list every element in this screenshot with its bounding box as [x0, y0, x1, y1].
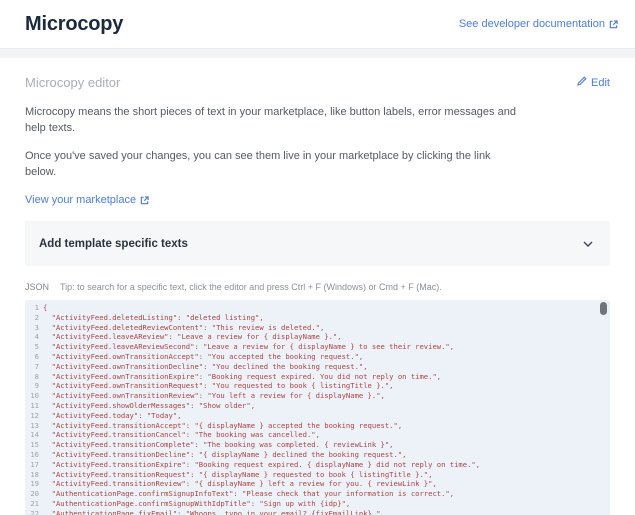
code-line: 10 "ActivityFeed.ownTransitionReview": "… [27, 391, 602, 401]
json-tip-row: JSON Tip: to search for a specific text,… [25, 282, 610, 292]
developer-documentation-link-label: See developer documentation [459, 18, 605, 30]
editor-panel-title: Microcopy editor [25, 75, 120, 90]
code-line: 19 "ActivityFeed.transitionReview": "{ d… [27, 479, 602, 489]
line-code: "ActivityFeed.leaveAReview": "Leave a re… [43, 332, 602, 342]
line-number: 20 [27, 489, 39, 499]
line-code: { [43, 303, 602, 313]
view-marketplace-link[interactable]: View your marketplace [25, 194, 149, 206]
code-line: 13 "ActivityFeed.transitionAccept": "{ d… [27, 421, 602, 431]
line-number: 5 [27, 342, 39, 352]
line-number: 3 [27, 323, 39, 333]
search-tip-text: Tip: to search for a specific text, clic… [60, 282, 442, 292]
header-divider [0, 48, 635, 58]
code-line: 8 "ActivityFeed.ownTransitionExpire": "B… [27, 372, 602, 382]
editor-scrollbar-thumb[interactable] [600, 302, 607, 315]
code-line: 21 "AuthenticationPage.confirmSignupWith… [27, 499, 602, 509]
line-number: 21 [27, 499, 39, 509]
code-line: 1 { [27, 303, 602, 313]
line-number: 6 [27, 352, 39, 362]
line-number: 1 [27, 303, 39, 313]
code-line: 14 "ActivityFeed.transitionCancel": "The… [27, 430, 602, 440]
line-number: 7 [27, 362, 39, 372]
external-link-icon [140, 196, 149, 205]
line-number: 8 [27, 372, 39, 382]
line-code: "AuthenticationPage.confirmSignupWithIdp… [43, 499, 602, 509]
description-paragraph-1: Microcopy means the short pieces of text… [25, 104, 517, 136]
line-number: 9 [27, 381, 39, 391]
line-code: "ActivityFeed.transitionComplete": "The … [43, 440, 602, 450]
line-number: 4 [27, 332, 39, 342]
chevron-down-icon [583, 241, 593, 247]
code-line: 18 "ActivityFeed.transitionRequest": "{ … [27, 470, 602, 480]
developer-documentation-link[interactable]: See developer documentation [459, 18, 618, 30]
code-line: 2 "ActivityFeed.deletedListing": "delete… [27, 313, 602, 323]
line-number: 14 [27, 430, 39, 440]
code-line: 22 "AuthenticationPage.fixEmail": "Whoop… [27, 509, 602, 515]
description-paragraph-2: Once you've saved your changes, you can … [25, 148, 517, 180]
line-number: 19 [27, 479, 39, 489]
edit-button[interactable]: Edit [577, 76, 610, 89]
add-template-texts-toggle[interactable]: Add template specific texts [25, 221, 610, 266]
line-code: "ActivityFeed.transitionRequest": "{ dis… [43, 470, 602, 480]
code-line: 16 "ActivityFeed.transitionDecline": "{ … [27, 450, 602, 460]
pencil-icon [577, 76, 587, 89]
code-line: 5 "ActivityFeed.leaveAReviewSecond": "Le… [27, 342, 602, 352]
line-number: 11 [27, 401, 39, 411]
line-code: "ActivityFeed.today": "Today", [43, 411, 602, 421]
line-code: "AuthenticationPage.fixEmail": "Whoops, … [43, 509, 602, 515]
code-line: 12 "ActivityFeed.today": "Today", [27, 411, 602, 421]
line-number: 15 [27, 440, 39, 450]
line-number: 13 [27, 421, 39, 431]
page-title: Microcopy [25, 13, 123, 36]
edit-button-label: Edit [591, 77, 610, 89]
line-number: 2 [27, 313, 39, 323]
line-code: "ActivityFeed.showOlderMessages": "Show … [43, 401, 602, 411]
line-code: "ActivityFeed.transitionCancel": "The bo… [43, 430, 602, 440]
line-code: "AuthenticationPage.confirmSignupInfoTex… [43, 489, 602, 499]
page-header: Microcopy See developer documentation [0, 0, 635, 48]
line-code: "ActivityFeed.deletedReviewContent": "Th… [43, 323, 602, 333]
json-editor-textarea[interactable]: 1 { 2 "ActivityFeed.deletedListing": "de… [25, 300, 610, 515]
code-line: 4 "ActivityFeed.leaveAReview": "Leave a … [27, 332, 602, 342]
line-number: 12 [27, 411, 39, 421]
line-code: "ActivityFeed.ownTransitionRequest": "Yo… [43, 381, 602, 391]
line-number: 22 [27, 509, 39, 515]
code-lines: 1 { 2 "ActivityFeed.deletedListing": "de… [27, 303, 602, 515]
view-marketplace-link-label: View your marketplace [25, 194, 136, 206]
line-code: "ActivityFeed.transitionAccept": "{ disp… [43, 421, 602, 431]
line-code: "ActivityFeed.transitionReview": "{ disp… [43, 479, 602, 489]
format-label: JSON [25, 282, 49, 292]
main-content: Microcopy editor Edit Microcopy means th… [0, 75, 635, 515]
code-line: 15 "ActivityFeed.transitionComplete": "T… [27, 440, 602, 450]
line-code: "ActivityFeed.ownTransitionDecline": "Yo… [43, 362, 602, 372]
code-line: 20 "AuthenticationPage.confirmSignupInfo… [27, 489, 602, 499]
code-line: 9 "ActivityFeed.ownTransitionRequest": "… [27, 381, 602, 391]
line-code: "ActivityFeed.deletedListing": "deleted … [43, 313, 602, 323]
code-line: 11 "ActivityFeed.showOlderMessages": "Sh… [27, 401, 602, 411]
line-number: 17 [27, 460, 39, 470]
add-template-texts-title: Add template specific texts [39, 238, 188, 250]
line-code: "ActivityFeed.ownTransitionAccept": "You… [43, 352, 602, 362]
line-code: "ActivityFeed.transitionDecline": "{ dis… [43, 450, 602, 460]
line-code: "ActivityFeed.ownTransitionExpire": "Boo… [43, 372, 602, 382]
line-number: 16 [27, 450, 39, 460]
line-code: "ActivityFeed.leaveAReviewSecond": "Leav… [43, 342, 602, 352]
code-line: 7 "ActivityFeed.ownTransitionDecline": "… [27, 362, 602, 372]
external-link-icon [609, 20, 618, 29]
line-code: "ActivityFeed.transitionExpire": "Bookin… [43, 460, 602, 470]
line-number: 10 [27, 391, 39, 401]
line-code: "ActivityFeed.ownTransitionReview": "You… [43, 391, 602, 401]
code-line: 6 "ActivityFeed.ownTransitionAccept": "Y… [27, 352, 602, 362]
code-line: 17 "ActivityFeed.transitionExpire": "Boo… [27, 460, 602, 470]
code-line: 3 "ActivityFeed.deletedReviewContent": "… [27, 323, 602, 333]
line-number: 18 [27, 470, 39, 480]
editor-panel-header: Microcopy editor Edit [25, 75, 610, 90]
